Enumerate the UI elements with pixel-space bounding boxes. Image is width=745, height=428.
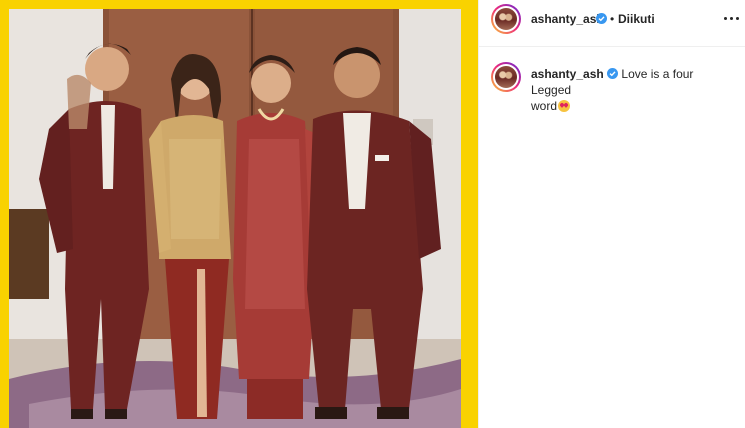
caption-text: ashanty_ash Love is a four Legged word xyxy=(531,66,731,114)
post-username[interactable]: ashanty_ash xyxy=(531,11,604,27)
post-photo-panel xyxy=(0,0,478,428)
post-photo[interactable] xyxy=(9,9,461,428)
family-photo-illustration xyxy=(9,9,461,428)
caption-avatar[interactable] xyxy=(491,62,521,92)
follow-status-button[interactable]: Diikuti xyxy=(618,11,655,27)
verified-badge-icon xyxy=(596,13,607,24)
header-separator: • xyxy=(610,12,615,26)
post-side-panel: ashanty_ash • Diikuti ashanty_ash Love i… xyxy=(478,0,745,428)
caption-line2: word xyxy=(531,99,558,113)
caption-username[interactable]: ashanty_ash xyxy=(531,67,604,81)
profile-avatar[interactable] xyxy=(491,4,521,34)
caption-verified-badge-icon xyxy=(607,68,619,79)
post-header: ashanty_ash • Diikuti xyxy=(479,0,745,47)
star-struck-emoji-icon xyxy=(558,100,571,112)
more-options-icon[interactable] xyxy=(722,10,742,26)
